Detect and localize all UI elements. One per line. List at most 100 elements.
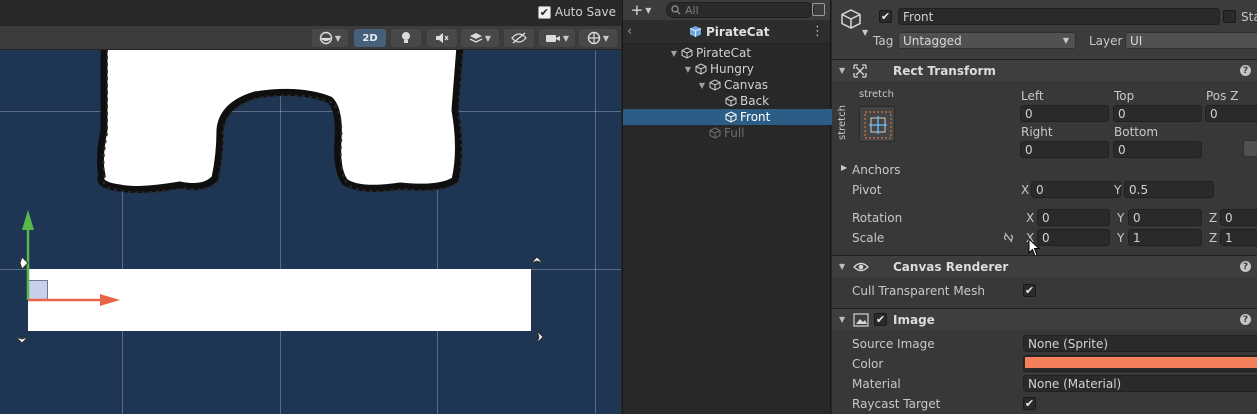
anchor-stretch-icon [864,111,892,139]
create-button[interactable]: + ▼ [623,0,659,20]
scale-z-label: Z [1209,231,1218,245]
layers-icon [469,33,483,43]
hierarchy-search-input[interactable]: All [666,2,814,18]
fold-arrow-icon[interactable]: ▼ [839,66,845,75]
hierarchy-item-back[interactable]: Back [623,93,832,109]
gameobject-icon [681,47,693,59]
hierarchy-item-canvas[interactable]: ▼ Canvas [623,77,832,93]
gameobject-icon [709,79,721,91]
scene-view[interactable]: ✔ Auto Save ▼ 2D ▼ ▼ ▼ [0,0,621,414]
help-icon[interactable]: ? [1240,65,1251,76]
rotation-y-label: Y [1117,211,1125,225]
anchors-label[interactable]: Anchors [852,163,901,177]
scene-top-bar: ✔ Auto Save [0,0,621,26]
more-options-icon[interactable]: ⋮ [811,24,824,39]
sphere-icon [319,31,333,45]
object-name-field[interactable]: Front [898,8,1220,25]
hierarchy-item-full[interactable]: Full [623,125,832,141]
scene-title: PirateCat [689,25,769,39]
anchor-handle-top-left[interactable] [15,256,29,270]
audio-toggle-button[interactable] [427,29,457,47]
fold-arrow-icon[interactable]: ▶ [841,163,847,172]
anchor-handle-bottom-right[interactable] [530,330,544,344]
right-label: Right [1021,125,1053,139]
component-title: Rect Transform [893,63,996,78]
static-checkbox[interactable] [1223,10,1236,23]
speaker-muted-icon [436,33,449,43]
tag-dropdown[interactable]: Untagged ▼ [898,32,1076,49]
rect-transform-icon [853,64,867,78]
raycast-target-checkbox[interactable]: ✔ [1023,397,1036,410]
help-icon[interactable]: ? [1240,314,1251,325]
tag-value: Untagged [903,33,962,48]
active-checkbox[interactable]: ✔ [879,10,892,23]
rotation-label: Rotation [852,211,903,225]
expand-arrow-icon[interactable]: ▼ [697,81,707,90]
rect-transform-header[interactable]: ▼ Rect Transform ? [832,59,1257,81]
image-icon [853,313,869,327]
canvas-renderer-header[interactable]: ▼ Canvas Renderer ? [832,255,1257,277]
effects-toggle-button[interactable]: ▼ [461,29,499,47]
raw-edit-button[interactable] [1243,140,1257,157]
rotation-x-field[interactable]: 0 [1037,209,1110,226]
anchor-handle-top-right[interactable] [530,256,544,270]
anchor-presets-button[interactable] [859,106,895,142]
source-image-field[interactable]: None (Sprite) [1023,335,1257,352]
fold-arrow-icon[interactable]: ▼ [839,262,845,271]
expand-arrow-icon[interactable]: ▼ [683,65,693,74]
camera-button[interactable]: ▼ [539,29,575,47]
expand-arrow-icon[interactable]: ▼ [669,49,679,58]
raycast-target-label: Raycast Target [852,397,941,411]
inspector-header: ▼ ✔ Front Sta Tag Untagged ▼ Layer UI [832,0,1257,60]
auto-save-toggle[interactable]: ✔ Auto Save [537,5,616,19]
static-label: Sta [1241,10,1257,24]
scale-y-field[interactable]: 1 [1128,229,1202,246]
auto-save-checkbox[interactable]: ✔ [537,5,551,19]
bottom-field[interactable]: 0 [1113,141,1202,158]
pivot-y-field[interactable]: 0.5 [1124,181,1214,198]
scene-header: ‹ PirateCat ⋮ [623,20,830,44]
scene-canvas[interactable] [0,50,621,414]
gameobject-icon [725,95,737,107]
pivot-x-field[interactable]: 0 [1031,181,1121,198]
hierarchy-item-front[interactable]: Front [623,109,832,125]
material-field[interactable]: None (Material) [1023,375,1257,392]
top-field[interactable]: 0 [1113,105,1202,122]
rotation-y-field[interactable]: 0 [1128,209,1202,226]
rotation-z-field[interactable]: 0 [1220,209,1257,226]
shading-mode-button[interactable]: ▼ [312,29,348,47]
scale-z-field[interactable]: 1 [1220,229,1257,246]
plus-icon: + [630,1,644,19]
cull-transparent-mesh-checkbox[interactable]: ✔ [1023,284,1036,297]
lighting-toggle-button[interactable] [391,29,421,47]
chevron-down-icon[interactable]: ▼ [862,28,868,37]
image-enabled-checkbox[interactable]: ✔ [874,313,887,326]
hierarchy-item-hungry[interactable]: ▼ Hungry [623,61,832,77]
chevron-down-icon: ▼ [1062,36,1069,45]
scale-x-field[interactable]: 0 [1037,229,1110,246]
fold-arrow-icon[interactable]: ▼ [839,315,845,324]
left-field[interactable]: 0 [1020,105,1109,122]
help-icon[interactable]: ? [1240,261,1251,272]
search-options-icon[interactable] [812,3,825,16]
image-component-header[interactable]: ▼ ✔ Image ? [832,308,1257,330]
color-label: Color [852,357,884,371]
eye-hidden-icon [511,32,527,44]
hierarchy-item-piratecat[interactable]: ▼ PirateCat [623,45,832,61]
gameobject-icon [725,111,737,123]
eye-icon [853,262,869,272]
posz-field[interactable]: 0 [1205,105,1257,122]
move-gizmo[interactable] [0,50,621,414]
constrain-proportions-icon[interactable] [1002,232,1015,243]
color-swatch[interactable] [1023,355,1257,372]
right-field[interactable]: 0 [1020,141,1109,158]
camera-icon [545,34,560,42]
layer-label: Layer [1089,34,1123,48]
back-arrow-icon[interactable]: ‹ [627,24,632,39]
gizmos-button[interactable]: ▼ [579,29,617,47]
rotation-z-label: Z [1209,211,1218,225]
scene-visibility-button[interactable] [504,29,534,47]
anchor-handle-bottom-left[interactable] [15,330,29,344]
mode-2d-button[interactable]: 2D [354,29,386,47]
layer-dropdown[interactable]: UI [1125,32,1257,49]
